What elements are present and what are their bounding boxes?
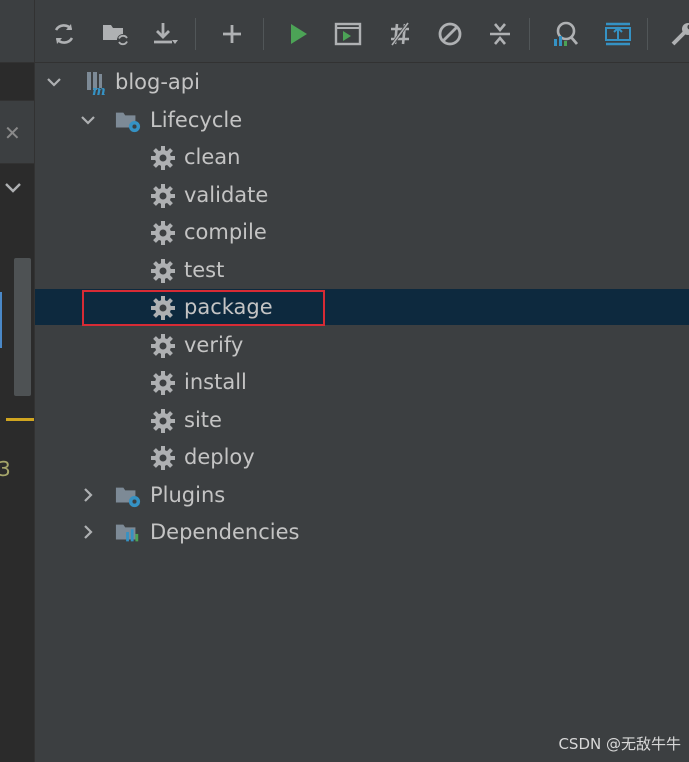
goal-label: deploy (184, 445, 255, 469)
goal-label: validate (184, 183, 269, 207)
dependencies-folder-icon (115, 524, 139, 542)
maven-project-icon: m (87, 72, 106, 96)
toolbar-separator (195, 18, 196, 50)
lifecycle-goal-deploy[interactable]: deploy (35, 439, 689, 475)
expand-icon (605, 22, 631, 46)
caret-line-marker (0, 292, 2, 348)
close-tab-icon[interactable]: ✕ (4, 123, 21, 143)
show-dependencies-button[interactable] (549, 17, 583, 51)
generate-sources-button[interactable] (99, 17, 133, 51)
maven-settings-button[interactable] (665, 17, 689, 51)
download-sources-button[interactable] (149, 17, 183, 51)
add-maven-project-button[interactable] (215, 17, 249, 51)
editor-edge: ✕ 3 (0, 0, 35, 762)
collapse-all-button[interactable] (483, 17, 517, 51)
lifecycle-folder-icon (115, 112, 141, 133)
warning-stripe (6, 418, 34, 421)
toolbar-separator (529, 18, 530, 50)
run-icon (291, 24, 307, 44)
goal-label: verify (184, 333, 244, 357)
gutter-line-number: 3 (0, 457, 11, 481)
gear-icon (151, 371, 175, 395)
toggle-offline-mode-button[interactable] (383, 17, 417, 51)
gear-icon (151, 259, 175, 283)
goal-label: site (184, 408, 222, 432)
toolbar-separator (647, 18, 648, 50)
execute-goal-icon (334, 22, 362, 46)
show-ignored-button[interactable] (601, 17, 635, 51)
tree-node-label: blog-api (115, 70, 200, 94)
skip-tests-icon (438, 22, 462, 46)
toggle-offline-icon (390, 22, 410, 46)
chevron-right-icon[interactable] (79, 523, 97, 541)
goal-label: clean (184, 145, 241, 169)
reload-all-button[interactable] (47, 17, 81, 51)
chevron-down-icon[interactable] (45, 73, 63, 91)
tree-node-lifecycle[interactable]: Lifecycle (35, 102, 689, 138)
lifecycle-goal-verify[interactable]: verify (35, 327, 689, 363)
reload-icon (54, 24, 74, 44)
chevron-down-icon[interactable] (79, 111, 97, 129)
lifecycle-goal-validate[interactable]: validate (35, 177, 689, 213)
tree-node-label: Dependencies (150, 520, 300, 544)
collapse-all-icon (490, 23, 510, 45)
tree-node-project[interactable]: m blog-api (35, 64, 689, 100)
lifecycle-goal-install[interactable]: install (35, 364, 689, 400)
goal-label: test (184, 258, 225, 282)
chevron-down-icon[interactable] (2, 176, 24, 198)
goal-label: compile (184, 220, 267, 244)
gear-icon (151, 146, 175, 170)
plugins-folder-icon (115, 487, 141, 508)
goal-label: install (184, 370, 247, 394)
annotation-highlight-box (82, 290, 325, 326)
gear-icon (151, 409, 175, 433)
download-icon (154, 23, 178, 44)
editor-scrollbar[interactable] (14, 258, 31, 396)
gear-icon (151, 446, 175, 470)
editor-tab-bar-edge (0, 0, 34, 63)
settings-wrench-icon (671, 23, 689, 46)
gear-icon (151, 221, 175, 245)
tree-node-dependencies[interactable]: Dependencies (35, 514, 689, 550)
execute-maven-goal-button[interactable] (331, 17, 365, 51)
lifecycle-goal-compile[interactable]: compile (35, 214, 689, 250)
skip-tests-button[interactable] (433, 17, 467, 51)
tree-node-label: Plugins (150, 483, 226, 507)
maven-projects-tree: m blog-api Lifecycle clean validate comp… (35, 62, 689, 762)
maven-toolbar (35, 0, 689, 63)
lifecycle-goal-site[interactable]: site (35, 402, 689, 438)
generate-sources-icon (103, 25, 129, 46)
watermark-text: CSDN @无敌牛牛 (558, 735, 681, 753)
chevron-right-icon[interactable] (79, 486, 97, 504)
tree-node-label: Lifecycle (150, 108, 243, 132)
svg-text:m: m (92, 84, 106, 96)
toolbar-separator (263, 18, 264, 50)
run-maven-build-button[interactable] (281, 17, 315, 51)
lifecycle-goal-test[interactable]: test (35, 252, 689, 288)
gear-icon (151, 184, 175, 208)
tree-node-plugins[interactable]: Plugins (35, 477, 689, 513)
show-dependencies-icon (554, 21, 579, 46)
gear-icon (151, 334, 175, 358)
lifecycle-goal-clean[interactable]: clean (35, 139, 689, 175)
add-icon (223, 25, 241, 43)
maven-tool-window: ✕ 3 m blog-api Lifecycle clean validate … (0, 0, 689, 762)
